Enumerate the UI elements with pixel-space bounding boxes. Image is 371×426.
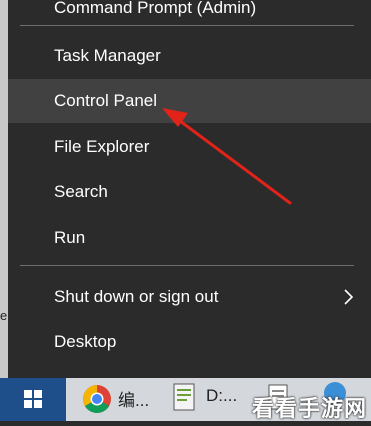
desktop-edge-text: e (0, 308, 8, 323)
menu-item-label: Run (54, 228, 86, 247)
menu-item-shut-down-or-sign-out[interactable]: Shut down or sign out (8, 275, 371, 319)
menu-item-control-panel[interactable]: Control Panel (8, 79, 371, 123)
menu-item-label: Shut down or sign out (54, 287, 219, 306)
taskbar-app-chrome[interactable]: 编... (78, 378, 160, 421)
menu-item-label: Search (54, 182, 108, 201)
menu-item-file-explorer[interactable]: File Explorer (8, 125, 371, 169)
menu-item-run[interactable]: Run (8, 216, 371, 260)
menu-item-desktop[interactable]: Desktop (8, 320, 371, 364)
watermark-text: 看看手游网 (251, 397, 367, 422)
chevron-right-icon (344, 289, 354, 305)
menu-item-label: Task Manager (54, 46, 161, 65)
taskbar-app-label: D:... (206, 386, 238, 405)
start-button[interactable] (0, 378, 66, 421)
menu-separator (20, 265, 354, 266)
menu-item-label: Control Panel (54, 91, 158, 110)
windows-logo-icon (24, 390, 42, 408)
winx-context-menu: Command Prompt (Admin) Task Manager Cont… (8, 0, 371, 378)
menu-item-task-manager[interactable]: Task Manager (8, 34, 371, 78)
menu-item-search[interactable]: Search (8, 170, 371, 214)
taskbar-app-label: 编... (118, 391, 150, 410)
menu-separator (20, 25, 354, 26)
desktop-edge: e (0, 0, 8, 378)
menu-item-label: Desktop (54, 332, 117, 351)
chrome-icon (83, 385, 111, 413)
document-icon (173, 383, 195, 411)
menu-item-label: File Explorer (54, 137, 150, 156)
taskbar-app-document[interactable]: D:... (166, 378, 242, 421)
